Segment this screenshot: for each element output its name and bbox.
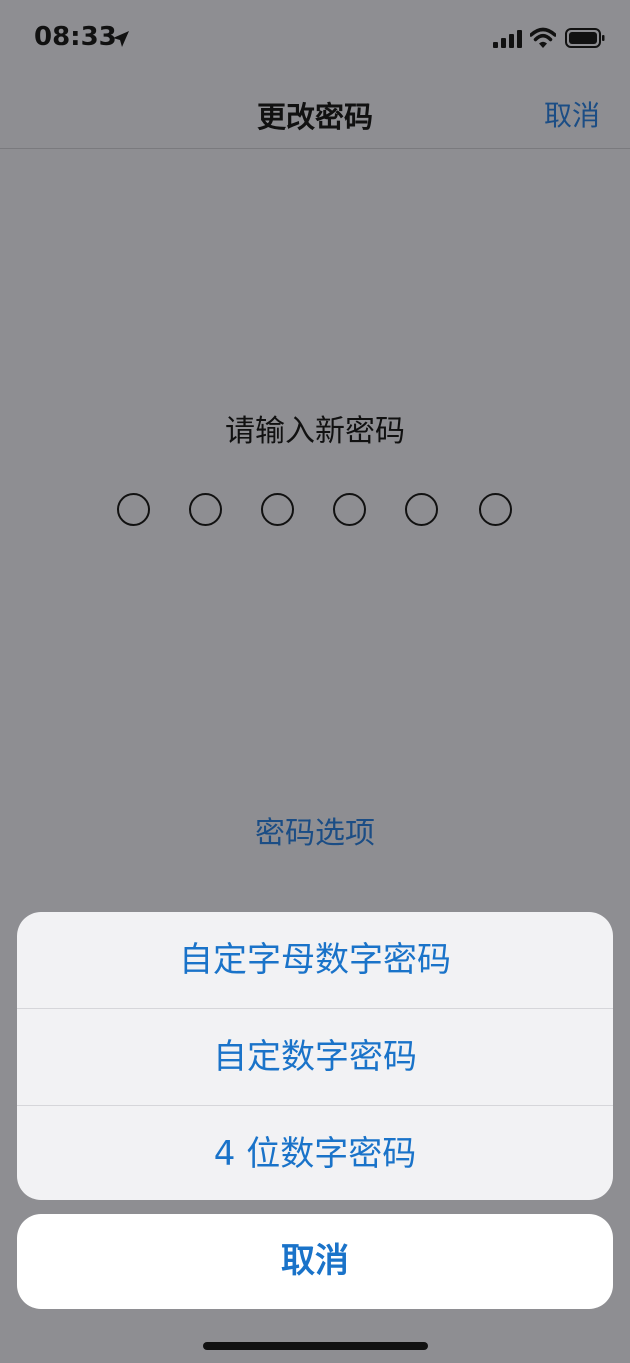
passcode-prompt: 请输入新密码: [225, 414, 405, 449]
wifi-icon: [530, 27, 556, 48]
passcode-dot: [189, 493, 222, 526]
passcode-dot: [333, 493, 366, 526]
custom-numeric-code-option[interactable]: 自定数字密码: [17, 1009, 613, 1105]
page-title: 更改密码: [256, 100, 373, 134]
passcode-options-link[interactable]: 密码选项: [0, 808, 630, 852]
passcode-dot: [405, 493, 438, 526]
passcode-type-action-sheet: 自定字母数字密码 自定数字密码 4 位数字密码: [17, 912, 613, 1200]
status-time: 08:33: [34, 22, 117, 52]
battery-icon: [565, 28, 605, 48]
cellular-signal-icon: [493, 30, 522, 48]
location-arrow-icon: [113, 31, 129, 47]
navigation-bar: 更改密码 取消: [0, 80, 630, 149]
passcode-dot: [117, 493, 150, 526]
passcode-dot: [261, 493, 294, 526]
passcode-dot: [479, 493, 512, 526]
cancel-nav-button[interactable]: 取消: [544, 94, 600, 134]
status-bar: 08:33: [0, 0, 630, 80]
custom-alphanumeric-code-option[interactable]: 自定字母数字密码: [17, 912, 613, 1008]
four-digit-code-option[interactable]: 4 位数字密码: [17, 1106, 613, 1200]
sheet-cancel-button[interactable]: 取消: [17, 1214, 613, 1309]
passcode-dots: [0, 493, 630, 527]
home-indicator[interactable]: [203, 1342, 428, 1350]
